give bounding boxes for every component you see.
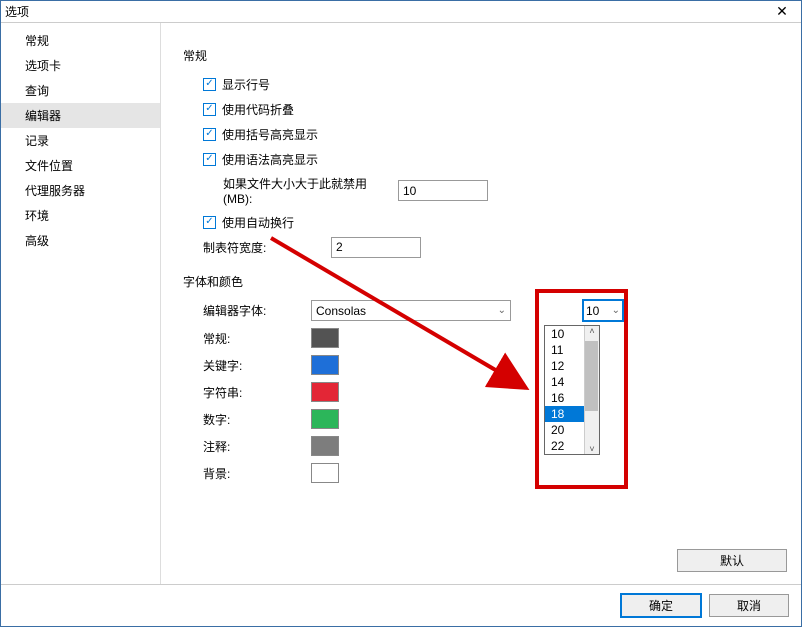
swatch-comment[interactable] — [311, 436, 339, 456]
label-color-normal: 常规: — [203, 330, 311, 347]
close-icon[interactable]: ✕ — [767, 3, 797, 20]
check-icon: ✓ — [205, 104, 213, 114]
swatch-number[interactable] — [311, 409, 339, 429]
label-disable-mb: 如果文件大小大于此就禁用 (MB): — [223, 175, 398, 206]
label-code-folding: 使用代码折叠 — [222, 101, 294, 118]
check-icon: ✓ — [205, 79, 213, 89]
editor-font-value: Consolas — [316, 304, 366, 318]
sidebar-item-editor[interactable]: 编辑器 — [1, 103, 160, 128]
titlebar: 选项 ✕ — [1, 1, 801, 23]
scroll-thumb[interactable] — [585, 341, 598, 411]
checkbox-word-wrap[interactable]: ✓ — [203, 216, 216, 229]
main-panel: 常规 ✓ 显示行号 ✓ 使用代码折叠 ✓ 使用括号高亮显示 ✓ 使用语法高亮显示… — [161, 23, 801, 584]
checkbox-syntax-highlight[interactable]: ✓ — [203, 153, 216, 166]
cancel-button[interactable]: 取消 — [709, 594, 789, 617]
sidebar-item-general[interactable]: 常规 — [1, 28, 160, 53]
input-tab-width[interactable] — [331, 237, 421, 258]
sidebar-item-record[interactable]: 记录 — [1, 128, 160, 153]
input-disable-mb[interactable] — [398, 180, 488, 201]
select-editor-font[interactable]: Consolas ⌄ — [311, 300, 511, 321]
sidebar: 常规 选项卡 查询 编辑器 记录 文件位置 代理服务器 环境 高级 — [1, 23, 161, 584]
checkbox-code-folding[interactable]: ✓ — [203, 103, 216, 116]
chevron-down-icon: ⌄ — [498, 305, 506, 316]
swatch-normal[interactable] — [311, 328, 339, 348]
checkbox-line-numbers[interactable]: ✓ — [203, 78, 216, 91]
swatch-string[interactable] — [311, 382, 339, 402]
label-color-string: 字符串: — [203, 384, 311, 401]
check-icon: ✓ — [205, 217, 213, 227]
font-size-dropdown[interactable]: 10 11 12 14 16 18 20 22 ˄ ˅ — [544, 325, 600, 455]
sidebar-item-tabs[interactable]: 选项卡 — [1, 53, 160, 78]
label-bracket-highlight: 使用括号高亮显示 — [222, 126, 318, 143]
label-color-comment: 注释: — [203, 438, 311, 455]
label-line-numbers: 显示行号 — [222, 76, 270, 93]
section-font-title: 字体和颜色 — [183, 273, 779, 290]
sidebar-item-query[interactable]: 查询 — [1, 78, 160, 103]
label-color-keyword: 关键字: — [203, 357, 311, 374]
checkbox-bracket-highlight[interactable]: ✓ — [203, 128, 216, 141]
label-color-number: 数字: — [203, 411, 311, 428]
ok-button[interactable]: 确定 — [621, 594, 701, 617]
check-icon: ✓ — [205, 154, 213, 164]
scroll-up-icon[interactable]: ˄ — [589, 326, 594, 336]
window-title: 选项 — [5, 3, 767, 20]
section-general-title: 常规 — [183, 47, 779, 64]
footer: 确定 取消 — [1, 584, 801, 626]
sidebar-item-file-location[interactable]: 文件位置 — [1, 153, 160, 178]
sidebar-item-proxy[interactable]: 代理服务器 — [1, 178, 160, 203]
sidebar-item-environment[interactable]: 环境 — [1, 203, 160, 228]
label-word-wrap: 使用自动换行 — [222, 214, 294, 231]
label-tab-width: 制表符宽度: — [203, 239, 331, 256]
sidebar-item-advanced[interactable]: 高级 — [1, 228, 160, 253]
label-editor-font: 编辑器字体: — [203, 302, 311, 319]
label-syntax-highlight: 使用语法高亮显示 — [222, 151, 318, 168]
label-color-background: 背景: — [203, 465, 311, 482]
default-button[interactable]: 默认 — [677, 549, 787, 572]
check-icon: ✓ — [205, 129, 213, 139]
scroll-down-icon[interactable]: ˅ — [589, 444, 594, 454]
swatch-background[interactable] — [311, 463, 339, 483]
swatch-keyword[interactable] — [311, 355, 339, 375]
